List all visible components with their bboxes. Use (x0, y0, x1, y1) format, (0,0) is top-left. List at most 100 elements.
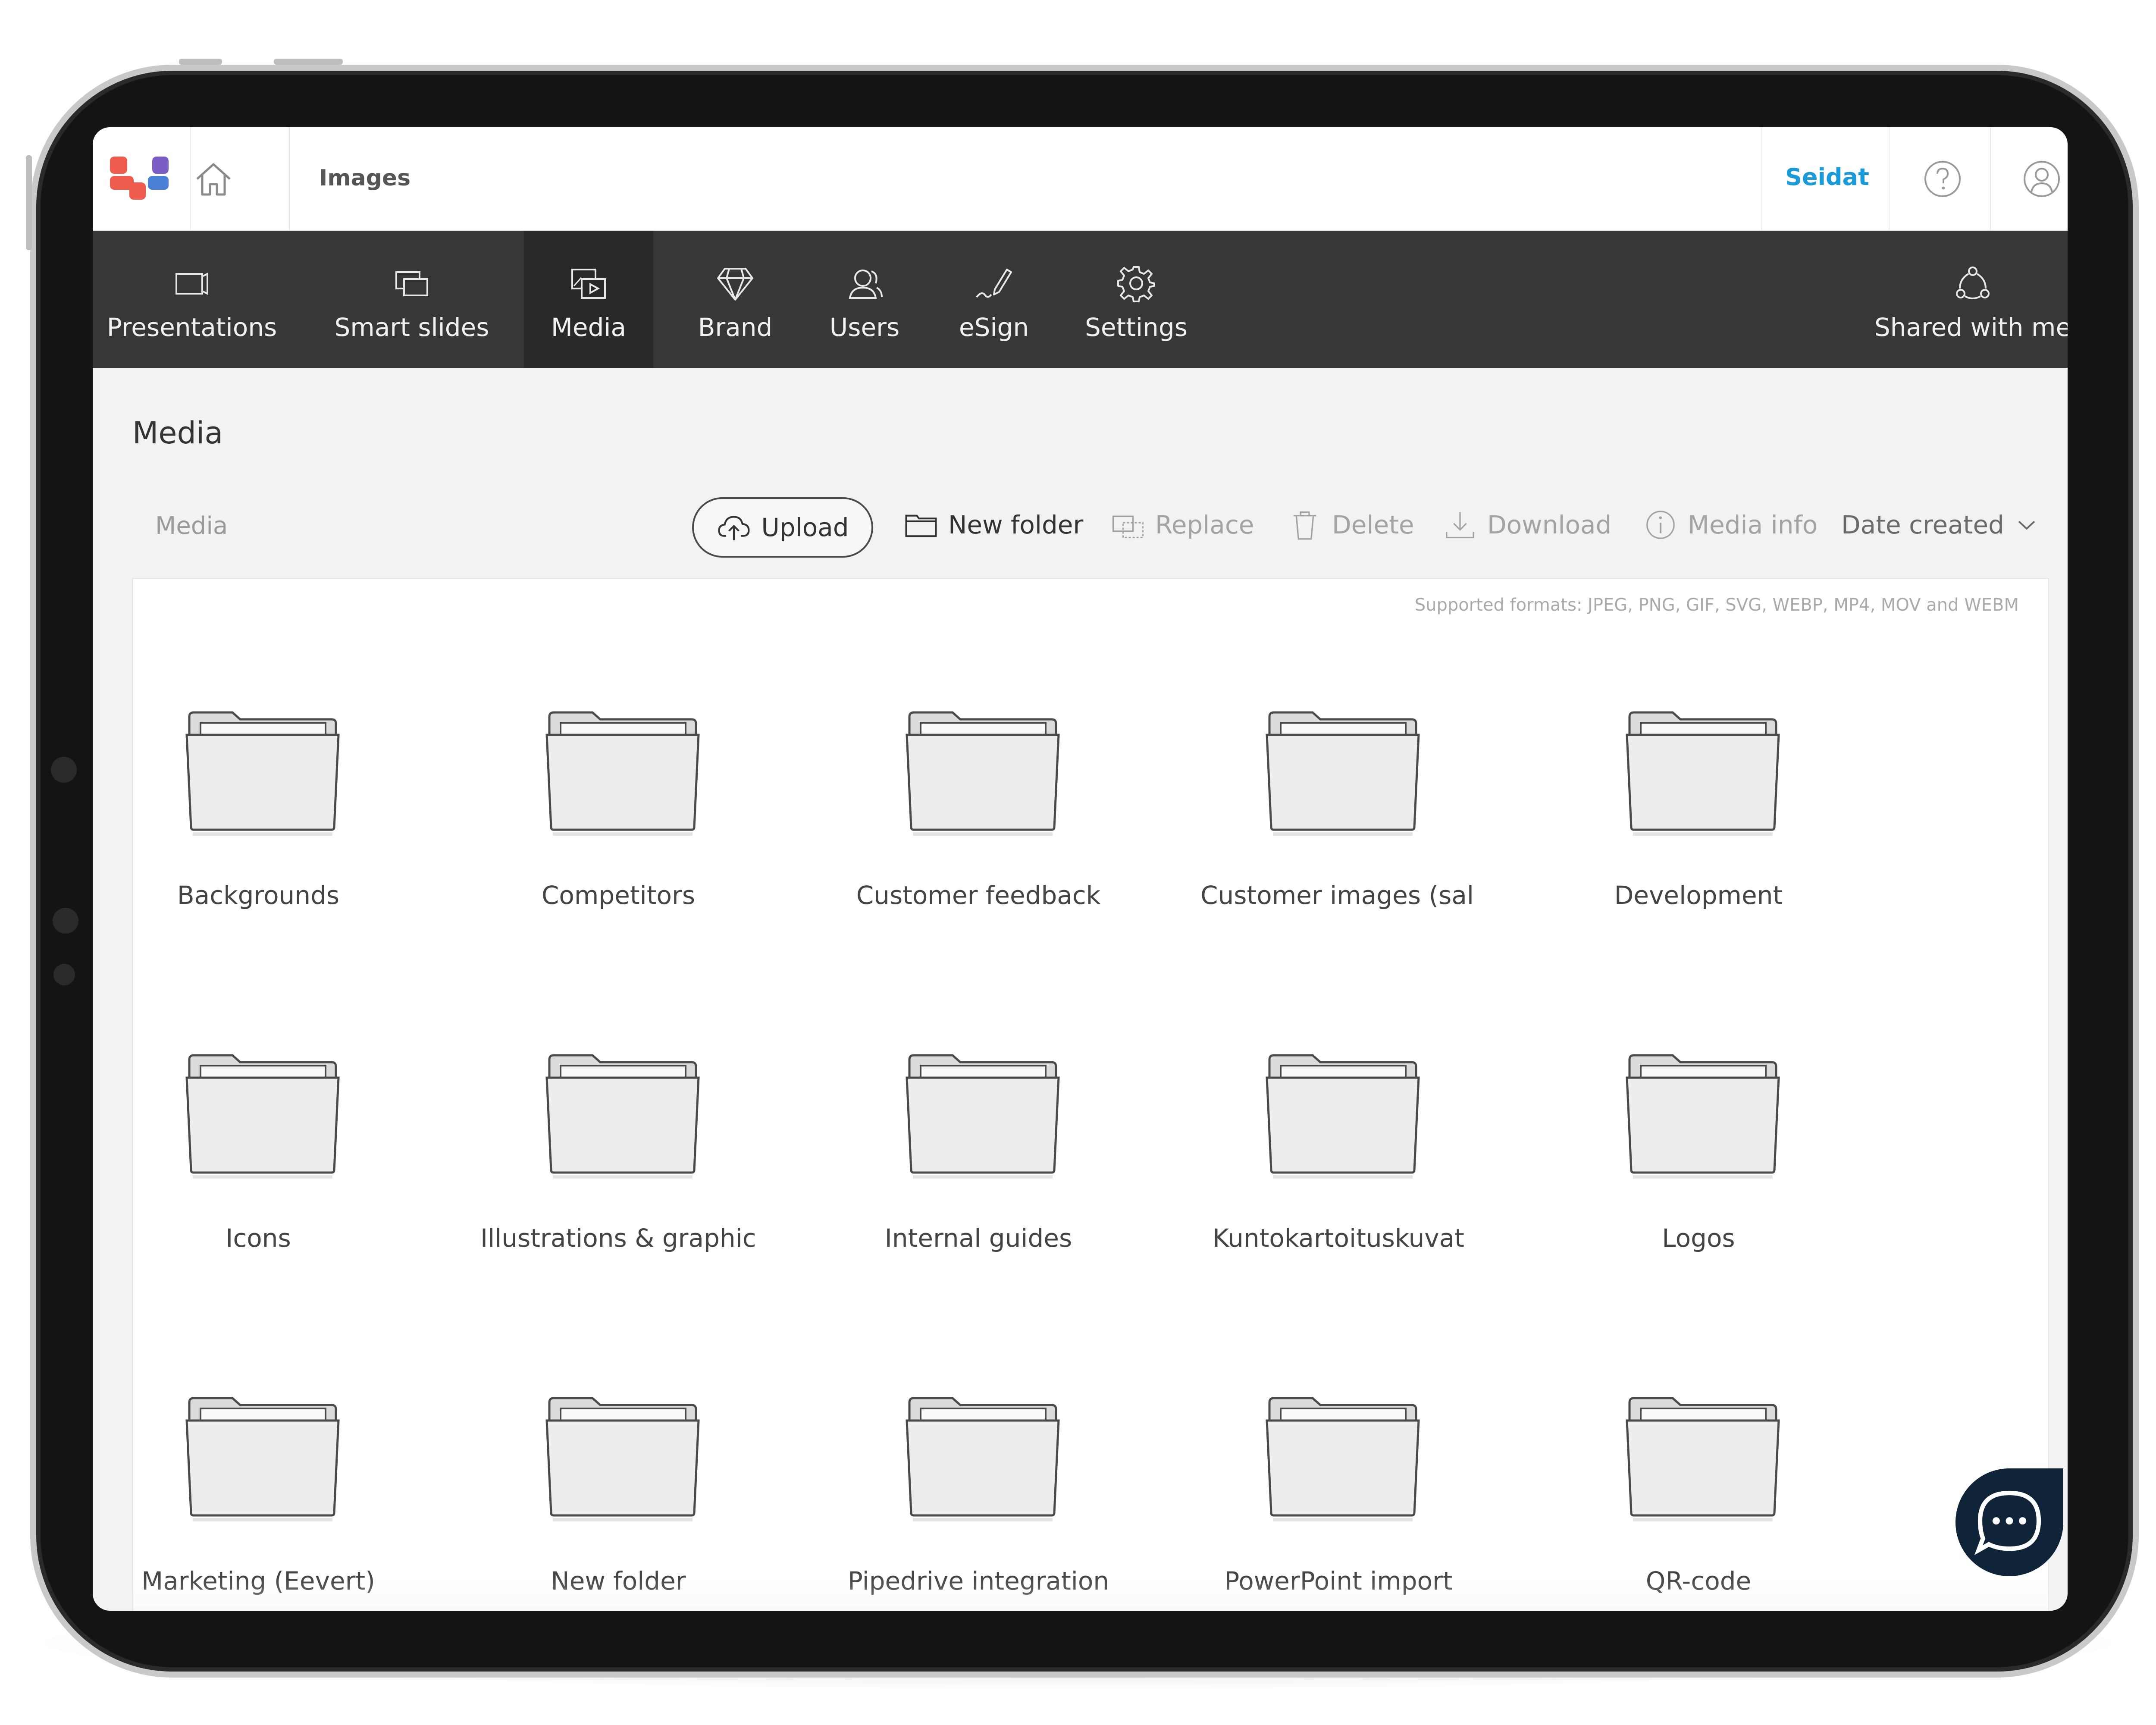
nav-brand[interactable]: Brand (679, 231, 791, 368)
nav-presentations[interactable]: Presentations (107, 231, 277, 368)
header-divider (190, 127, 191, 231)
help-icon[interactable] (1921, 157, 1964, 201)
folder-label: Marketing (Eevert) (141, 1566, 375, 1596)
info-icon (1646, 511, 1675, 539)
tablet-button (179, 59, 222, 65)
folder-item[interactable]: Backgrounds (120, 708, 396, 1010)
nav-label: Media (551, 313, 627, 342)
nav-users[interactable]: Users (808, 231, 921, 368)
logo-block (129, 182, 146, 200)
nav-shared-with-me[interactable]: Shared with me (1874, 231, 2068, 368)
folder-icon (545, 1054, 700, 1179)
folder-icon (1266, 1054, 1420, 1179)
tablet-camera (53, 964, 75, 985)
folder-label: Icons (226, 1223, 291, 1253)
folder-icon (545, 711, 700, 836)
folder-item[interactable]: Customer feedback (840, 708, 1116, 1010)
folder-label: Illustrations & graphics (480, 1223, 756, 1253)
folder-label: Customer feedback (856, 881, 1101, 910)
folder-icon (906, 711, 1060, 836)
logo-block (152, 157, 169, 174)
tablet-button (26, 155, 32, 250)
folder-item[interactable]: Logos (1561, 1051, 1836, 1353)
header-divider (1761, 127, 1762, 231)
folder-label: Kuntokartoituskuvat (1212, 1223, 1465, 1253)
replace-label: Replace (1155, 510, 1254, 539)
smart-slides-icon (395, 271, 428, 296)
organization-name[interactable]: Seidat (1785, 163, 1869, 191)
folder-item[interactable]: QR-code (1561, 1394, 1836, 1611)
folder-icon (1266, 1397, 1420, 1521)
folder-item[interactable]: Marketing (Eevert) (120, 1394, 396, 1611)
media-info-button[interactable]: Media info (1643, 503, 1818, 546)
folder-icon (185, 711, 340, 836)
folder-icon (1266, 711, 1420, 836)
header-divider (289, 127, 290, 231)
folder-label: QR-code (1645, 1566, 1752, 1596)
supported-formats-note: Supported formats: JPEG, PNG, GIF, SVG, … (1414, 595, 2019, 615)
sort-dropdown[interactable]: Date created (1841, 503, 2039, 546)
user-avatar-icon[interactable] (2020, 157, 2063, 201)
tablet-button (274, 59, 343, 65)
nav-label: Settings (1085, 313, 1188, 342)
folder-icon (906, 1397, 1060, 1521)
folder-item[interactable]: Kuntokartoituskuvat (1200, 1051, 1476, 1353)
main-nav: Presentations Smart slides Media Brand U… (93, 231, 2068, 368)
download-button[interactable]: Download (1442, 503, 1611, 546)
seidat-logo[interactable] (110, 157, 170, 200)
folder-item[interactable]: Customer images (sal... (1200, 708, 1476, 1010)
folder-item[interactable]: PowerPoint import (1200, 1394, 1476, 1611)
replace-icon (1112, 515, 1144, 539)
pen-icon (976, 269, 1012, 298)
new-folder-button[interactable]: New folder (903, 503, 1083, 546)
folder-item[interactable]: Pipedrive integration (840, 1394, 1116, 1611)
nav-label: Smart slides (334, 313, 489, 342)
tablet-camera (51, 757, 77, 783)
chat-bubble-icon (1974, 1490, 2041, 1556)
download-label: Download (1487, 510, 1612, 539)
presentation-icon (175, 272, 208, 295)
folder-label: Backgrounds (177, 881, 340, 910)
nav-label: eSign (959, 313, 1029, 342)
folder-item[interactable]: Illustrations & graphics (480, 1051, 756, 1353)
folder-icon (185, 1397, 340, 1521)
breadcrumb[interactable]: Media (155, 512, 228, 540)
diamond-icon (717, 268, 753, 301)
folder-item[interactable]: Icons (120, 1051, 396, 1353)
app-screen: Images Seidat Presentations Smart slides… (93, 127, 2068, 1611)
top-bar: Images Seidat (93, 127, 2068, 231)
nav-label: Brand (698, 313, 773, 342)
folder-item[interactable]: New folder (480, 1394, 756, 1611)
nav-esign[interactable]: eSign (938, 231, 1050, 368)
nav-media[interactable]: Media (524, 231, 653, 368)
replace-button[interactable]: Replace (1110, 503, 1254, 546)
chat-button[interactable] (1955, 1468, 2063, 1576)
delete-button[interactable]: Delete (1287, 503, 1414, 546)
folder-item[interactable]: Development (1561, 708, 1836, 1010)
nav-settings[interactable]: Settings (1067, 231, 1205, 368)
nav-label: Shared with me (1874, 313, 2068, 342)
folder-label: Customer images (sal... (1200, 881, 1476, 910)
folder-icon (906, 1054, 1060, 1179)
sort-label: Date created (1841, 510, 2004, 539)
folder-item[interactable]: Competitors (480, 708, 756, 1010)
tablet-camera (53, 908, 78, 934)
logo-block (110, 157, 127, 174)
share-icon (1956, 267, 1990, 299)
new-folder-label: New folder (948, 510, 1084, 539)
folder-icon (185, 1054, 340, 1179)
folder-label: Competitors (541, 881, 696, 910)
folder-label: Logos (1662, 1223, 1735, 1253)
nav-smart-slides[interactable]: Smart slides (326, 231, 498, 368)
chevron-down-icon (2018, 521, 2035, 530)
home-icon[interactable] (192, 157, 235, 201)
header-divider (1990, 127, 1991, 231)
folder-item[interactable]: Internal guides (840, 1051, 1116, 1353)
folder-label: PowerPoint import (1224, 1566, 1453, 1596)
nav-label: Presentations (107, 313, 277, 342)
page-context-title: Images (319, 165, 411, 191)
folder-label: Development (1614, 881, 1783, 910)
upload-button[interactable]: Upload (692, 497, 873, 558)
folder-label: New folder (551, 1566, 686, 1596)
folder-icon (905, 514, 937, 537)
